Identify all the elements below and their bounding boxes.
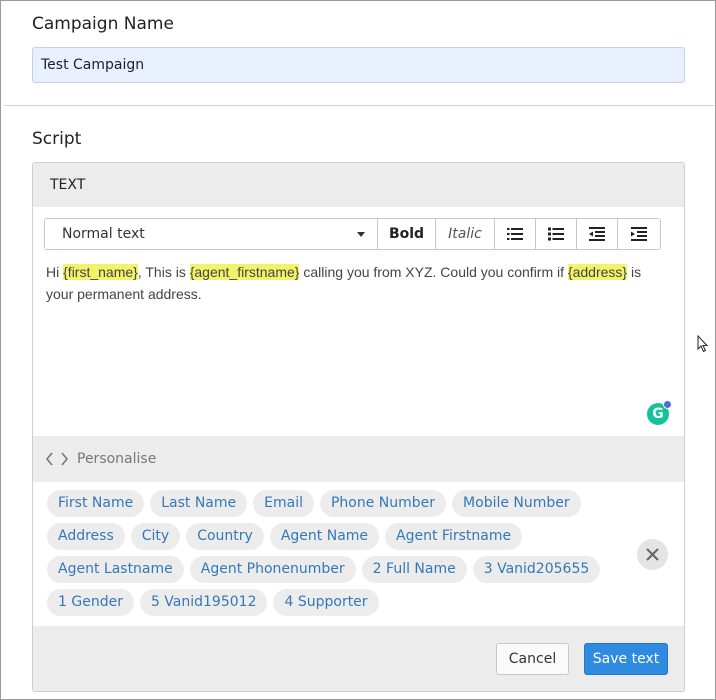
format-select[interactable]: Normal text [45,219,378,249]
tag-agent-lastname[interactable]: Agent Lastname [47,556,184,583]
tag-phone-number[interactable]: Phone Number [319,490,447,517]
token-first-name: {first_name} [63,264,138,280]
tag-agent-phonenumber[interactable]: Agent Phonenumber [189,556,356,583]
outdent-icon [589,227,605,241]
mouse-cursor-icon [697,335,709,353]
cancel-button[interactable]: Cancel [496,643,569,675]
tag-country[interactable]: Country [186,523,264,550]
script-panel: TEXT Normal text Bold Italic Hi {first_n… [32,162,685,692]
caret-down-icon [357,232,365,237]
italic-button[interactable]: Italic [436,219,495,249]
tag-mobile-number[interactable]: Mobile Number [452,490,581,517]
ordered-list-button[interactable] [536,219,577,249]
personalise-toggle[interactable]: Personalise [33,436,684,482]
tag-first-name[interactable]: First Name [47,490,145,517]
tag-row: Agent Lastname Agent Phonenumber 2 Full … [47,556,606,583]
indent-icon [630,227,647,241]
personalise-label: Personalise [77,451,157,467]
editor-text: , This is [137,264,190,280]
tag-vanid195012[interactable]: 5 Vanid195012 [139,589,268,616]
grammarly-icon[interactable]: G [647,400,672,425]
close-icon [646,548,659,561]
ordered-list-icon [548,227,564,241]
code-icon [46,452,68,466]
save-text-button[interactable]: Save text [584,643,668,675]
panel-title: TEXT [33,163,684,207]
format-select-value: Normal text [62,226,145,242]
campaign-name-input[interactable]: Test Campaign [32,47,685,83]
tag-email[interactable]: Email [253,490,314,517]
section-divider [4,105,714,106]
token-address: {address} [567,264,628,280]
tag-agent-firstname[interactable]: Agent Firstname [385,523,523,550]
close-personalise-button[interactable] [637,539,668,570]
tag-row: 1 Gender 5 Vanid195012 4 Supporter [47,589,385,616]
editor-text: Hi [46,264,64,280]
tag-agent-name[interactable]: Agent Name [269,523,380,550]
tag-row: First Name Last Name Email Phone Number … [47,490,587,517]
bold-button[interactable]: Bold [378,219,436,249]
outdent-button[interactable] [577,219,618,249]
panel-footer: Cancel Save text [33,626,684,691]
tag-row: Address City Country Agent Name Agent Fi… [47,523,528,550]
tag-address[interactable]: Address [47,523,125,550]
tag-gender[interactable]: 1 Gender [47,589,134,616]
page-frame: Campaign Name Test Campaign Script TEXT … [0,0,716,700]
script-heading: Script [32,129,82,149]
script-editor[interactable]: Hi {first_name}, This is {agent_firstnam… [46,261,666,305]
tag-city[interactable]: City [130,523,181,550]
tag-last-name[interactable]: Last Name [150,490,248,517]
editor-text: calling you from XYZ. Could you confirm … [299,264,568,280]
unordered-list-button[interactable] [495,219,536,249]
editor-toolbar: Normal text Bold Italic [44,218,661,250]
tag-full-name[interactable]: 2 Full Name [361,556,467,583]
token-agent-firstname: {agent_firstname} [189,264,300,280]
tag-supporter[interactable]: 4 Supporter [273,589,379,616]
campaign-name-heading: Campaign Name [32,14,174,34]
tag-vanid205655[interactable]: 3 Vanid205655 [472,556,601,583]
unordered-list-icon [507,228,523,240]
personalise-tags: First Name Last Name Email Phone Number … [33,482,684,626]
indent-button[interactable] [618,219,659,249]
